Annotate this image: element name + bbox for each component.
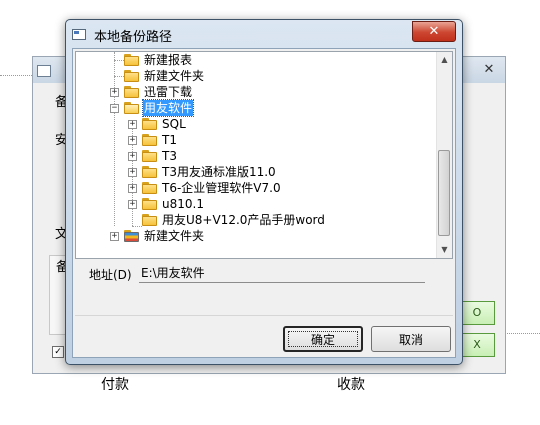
- expand-plus-icon[interactable]: +: [128, 152, 137, 161]
- cancel-button-label: 取消: [398, 332, 423, 347]
- folder-icon: [142, 150, 158, 162]
- tree-node-sql[interactable]: + SQL: [76, 116, 436, 132]
- background-app-icon: [37, 65, 51, 77]
- dialog-titlebar[interactable]: 本地备份路径 ✕: [66, 20, 462, 48]
- ok-button[interactable]: 确定: [283, 326, 363, 352]
- background-close-icon[interactable]: ✕: [481, 63, 497, 77]
- expand-plus-icon[interactable]: +: [128, 184, 137, 193]
- scroll-thumb[interactable]: [438, 150, 450, 236]
- tree-node-label: T6-企业管理软件V7.0: [162, 181, 281, 195]
- expand-plus-icon[interactable]: +: [110, 232, 119, 241]
- tree-node-new-folder-2[interactable]: + 新建文件夹: [76, 228, 436, 244]
- expand-plus-icon[interactable]: +: [110, 88, 119, 97]
- tree-node-u8-manual[interactable]: 用友U8+V12.0产品手册word: [76, 212, 436, 228]
- tree-node-label: 用友软件: [141, 99, 195, 117]
- scroll-up-icon[interactable]: ▲: [437, 52, 452, 68]
- dialog-title: 本地备份路径: [94, 30, 173, 45]
- folder-icon: [142, 166, 158, 178]
- tree-node-label: 新建文件夹: [144, 229, 205, 243]
- tree-node-label: 用友U8+V12.0产品手册word: [162, 213, 325, 227]
- background-button-1[interactable]: O: [459, 301, 495, 325]
- folder-icon: [124, 86, 140, 98]
- folder-tree[interactable]: 新建报表 新建文件夹 + 迅雷下载 − 用友软件 + SQL + T1 + T3…: [75, 51, 453, 259]
- tree-node-new-report[interactable]: 新建报表: [76, 52, 436, 68]
- folder-icon: [142, 134, 158, 146]
- close-icon: ✕: [428, 24, 440, 39]
- bottom-label-payment: 付款: [101, 377, 129, 393]
- bottom-label-receipt: 收款: [337, 377, 365, 393]
- tree-node-label: T3: [162, 149, 177, 163]
- dotted-line-right: [504, 333, 540, 334]
- folder-icon: [142, 118, 158, 130]
- tree-node-label: 新建文件夹: [144, 69, 205, 83]
- backup-path-dialog: 本地备份路径 ✕ 新建报表 新建文件夹 + 迅雷下载 − 用友软件 + SQL …: [65, 19, 463, 365]
- collapse-minus-icon[interactable]: −: [110, 104, 119, 113]
- cancel-button[interactable]: 取消: [371, 326, 451, 352]
- expand-plus-icon[interactable]: +: [128, 136, 137, 145]
- dialog-close-button[interactable]: ✕: [412, 21, 456, 42]
- tree-node-label: T3用友通标准版11.0: [162, 165, 276, 179]
- folder-tree-content: 新建报表 新建文件夹 + 迅雷下载 − 用友软件 + SQL + T1 + T3…: [76, 52, 438, 258]
- folder-icon: [124, 70, 140, 82]
- tree-node-new-folder[interactable]: 新建文件夹: [76, 68, 436, 84]
- tree-node-t6[interactable]: + T6-企业管理软件V7.0: [76, 180, 436, 196]
- open-folder-icon: [124, 102, 140, 114]
- dialog-app-icon: [72, 29, 86, 40]
- scroll-down-icon[interactable]: ▼: [437, 242, 452, 258]
- folder-icon: [124, 54, 140, 66]
- folder-icon: [142, 214, 158, 226]
- background-button-2[interactable]: X: [459, 333, 495, 357]
- address-label: 地址(D): [89, 268, 132, 282]
- tree-node-label: 迅雷下载: [144, 85, 193, 99]
- tree-node-t3[interactable]: + T3: [76, 148, 436, 164]
- tree-node-label: u810.1: [162, 197, 204, 211]
- tree-node-u810[interactable]: + u810.1: [76, 196, 436, 212]
- tree-node-label: T1: [162, 133, 177, 147]
- tree-node-thunder-download[interactable]: + 迅雷下载: [76, 84, 436, 100]
- tree-node-t3-standard[interactable]: + T3用友通标准版11.0: [76, 164, 436, 180]
- folder-icon: [142, 182, 158, 194]
- tree-node-yonyou-software[interactable]: − 用友软件: [76, 99, 436, 117]
- dotted-line-left: [0, 75, 32, 76]
- library-folder-icon: [124, 230, 140, 242]
- background-checkbox[interactable]: ✓: [52, 346, 64, 358]
- dialog-client-area: 新建报表 新建文件夹 + 迅雷下载 − 用友软件 + SQL + T1 + T3…: [72, 48, 456, 358]
- tree-node-label: SQL: [162, 117, 186, 131]
- tree-node-t1[interactable]: + T1: [76, 132, 436, 148]
- address-input[interactable]: [139, 263, 425, 283]
- dialog-button-bar: 确定 取消: [75, 315, 453, 356]
- tree-node-label: 新建报表: [144, 53, 193, 67]
- expand-plus-icon[interactable]: +: [128, 200, 137, 209]
- ok-button-label: 确定: [310, 332, 335, 347]
- tree-vertical-scrollbar[interactable]: ▲ ▼: [436, 52, 452, 258]
- expand-plus-icon[interactable]: +: [128, 168, 137, 177]
- folder-icon: [142, 198, 158, 210]
- expand-plus-icon[interactable]: +: [128, 120, 137, 129]
